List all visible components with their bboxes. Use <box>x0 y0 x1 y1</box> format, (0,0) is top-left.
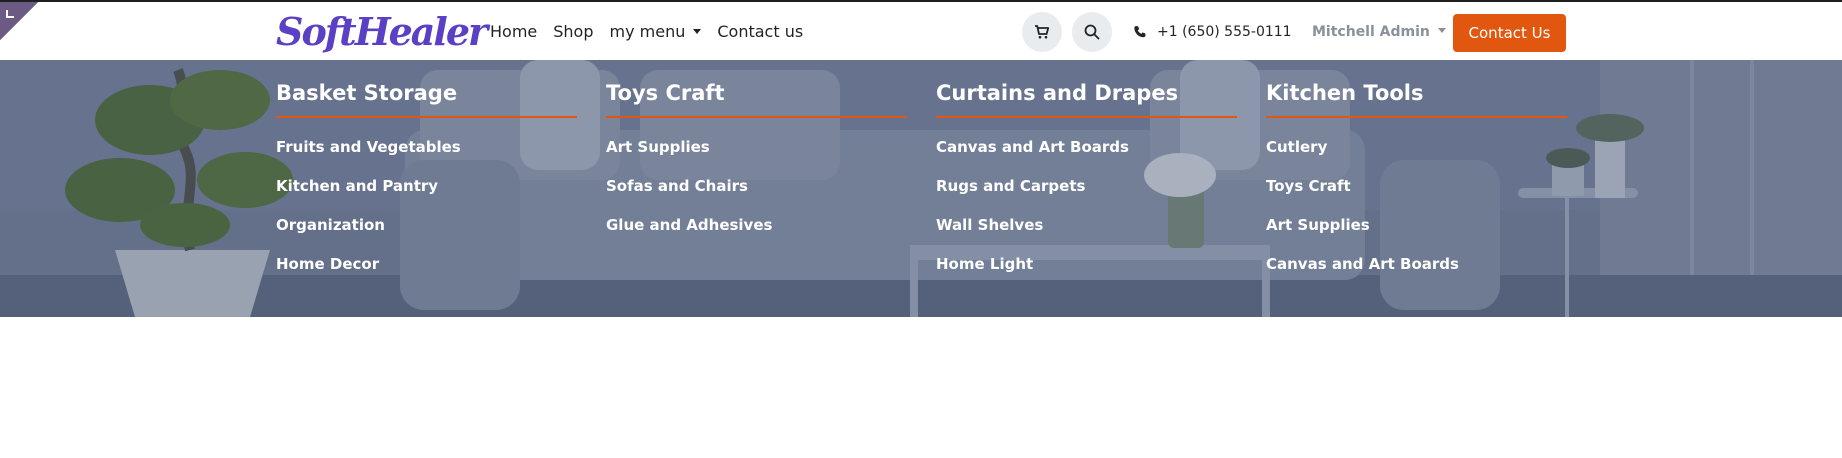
nav-contact[interactable]: Contact us <box>717 21 803 43</box>
shopping-cart-icon <box>1035 25 1050 39</box>
phone-icon <box>1134 26 1146 38</box>
editor-corner-badge[interactable] <box>0 2 38 40</box>
mega-link[interactable]: Art Supplies <box>606 138 907 177</box>
mega-link[interactable]: Fruits and Vegetables <box>276 138 577 177</box>
mega-link[interactable]: Canvas and Art Boards <box>1266 255 1567 294</box>
mega-column-title[interactable]: Curtains and Drapes <box>936 80 1237 118</box>
nav-my-menu-label: my menu <box>609 22 686 41</box>
mega-link[interactable]: Glue and Adhesives <box>606 216 907 255</box>
brand-logo[interactable]: SoftHealer <box>276 12 488 52</box>
mega-column-toys-craft: Toys Craft Art Supplies Sofas and Chairs… <box>606 80 907 255</box>
nav-home[interactable]: Home <box>490 21 537 43</box>
search-button[interactable] <box>1072 12 1112 52</box>
mega-link[interactable]: Organization <box>276 216 577 255</box>
top-navbar: SoftHealer Home Shop my menu Contact us … <box>0 0 1842 60</box>
mega-link[interactable]: Canvas and Art Boards <box>936 138 1237 177</box>
mega-link[interactable]: Kitchen and Pantry <box>276 177 577 216</box>
cart-button[interactable] <box>1022 12 1062 52</box>
mega-link[interactable]: Home Decor <box>276 255 577 294</box>
mega-link[interactable]: Toys Craft <box>1266 177 1567 216</box>
contact-us-button[interactable]: Contact Us <box>1453 14 1566 52</box>
mega-link[interactable]: Art Supplies <box>1266 216 1567 255</box>
mega-column-title[interactable]: Kitchen Tools <box>1266 80 1567 118</box>
mega-link[interactable]: Home Light <box>936 255 1237 294</box>
mega-link[interactable]: Sofas and Chairs <box>606 177 907 216</box>
mega-column-kitchen-tools: Kitchen Tools Cutlery Toys Craft Art Sup… <box>1266 80 1567 294</box>
user-menu[interactable]: Mitchell Admin <box>1312 21 1446 43</box>
main-nav: Home Shop my menu Contact us <box>490 21 803 43</box>
nav-shop[interactable]: Shop <box>553 21 593 43</box>
mega-column-basket-storage: Basket Storage Fruits and Vegetables Kit… <box>276 80 577 294</box>
mega-link[interactable]: Wall Shelves <box>936 216 1237 255</box>
mega-menu: Basket Storage Fruits and Vegetables Kit… <box>0 60 1842 317</box>
user-name: Mitchell Admin <box>1312 24 1430 40</box>
chevron-down-icon <box>693 29 702 34</box>
mega-link[interactable]: Rugs and Carpets <box>936 177 1237 216</box>
nav-my-menu[interactable]: my menu <box>610 21 702 43</box>
mega-column-title[interactable]: Toys Craft <box>606 80 907 118</box>
search-icon <box>1084 24 1100 40</box>
corner-arrow-icon <box>6 10 14 18</box>
mega-column-title[interactable]: Basket Storage <box>276 80 577 118</box>
phone-number: +1 (650) 555-0111 <box>1157 24 1292 40</box>
mega-link[interactable]: Cutlery <box>1266 138 1567 177</box>
mega-column-curtains-and-drapes: Curtains and Drapes Canvas and Art Board… <box>936 80 1237 294</box>
chevron-down-icon <box>1437 28 1446 33</box>
phone-contact[interactable]: +1 (650) 555-0111 <box>1133 21 1292 43</box>
